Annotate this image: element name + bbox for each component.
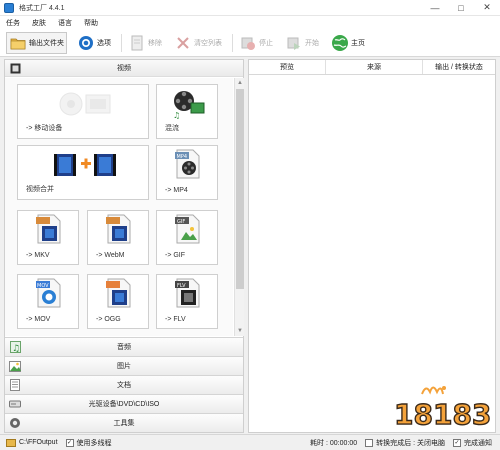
tile-scrollbar[interactable]: ▲ ▼: [234, 78, 244, 336]
video-category-header[interactable]: 视频: [5, 60, 243, 77]
svg-text:MP4: MP4: [177, 154, 188, 160]
close-button[interactable]: ✕: [474, 0, 500, 16]
minimize-button[interactable]: —: [422, 0, 448, 16]
tile-webm[interactable]: -> WebM: [87, 210, 149, 265]
mkv-file-icon: [36, 214, 61, 244]
watermark-logo: 18183: [393, 386, 492, 430]
svg-text:FLV: FLV: [177, 283, 186, 289]
video-merge-icon: [54, 154, 116, 176]
video-tile-grid: -> 移动设备 ♫ 混流 视频合并 MP4 -> MP4 -> MKV -> W…: [5, 78, 233, 336]
scroll-up-icon[interactable]: ▲: [235, 78, 245, 88]
clear-list-button[interactable]: 清空列表: [172, 32, 224, 54]
category-tools[interactable]: 工具集: [5, 413, 243, 432]
svg-text:♫: ♫: [173, 111, 180, 119]
document-icon: [9, 379, 21, 391]
folder-icon: [9, 34, 27, 52]
checkbox-checked-icon: ✓: [65, 438, 74, 447]
column-output-status[interactable]: 输出 / 转换状态: [423, 60, 495, 74]
scroll-down-icon[interactable]: ▼: [235, 326, 245, 336]
svg-text:♫: ♫: [12, 344, 20, 353]
tile-ogg[interactable]: -> OGG: [87, 274, 149, 329]
scroll-thumb[interactable]: [236, 89, 244, 289]
tile-mov[interactable]: MOV -> MOV: [17, 274, 79, 329]
tile-video-merge[interactable]: 视频合并: [17, 145, 149, 200]
stop-icon: [239, 34, 257, 52]
task-list-pane[interactable]: 预览 来源 输出 / 转换状态: [248, 59, 496, 433]
folder-icon: [6, 438, 16, 447]
notify-checkbox[interactable]: ✓ 完成通知: [453, 438, 492, 448]
app-icon: [4, 2, 14, 13]
category-disc[interactable]: 光驱设备\DVD\CD\ISO: [5, 394, 243, 413]
column-preview[interactable]: 预览: [249, 60, 326, 74]
disc-drive-icon: [9, 398, 21, 410]
stop-button[interactable]: 停止: [237, 32, 275, 54]
music-note-icon: ♫: [9, 341, 21, 353]
remove-button[interactable]: 移除: [126, 32, 164, 54]
menu-language[interactable]: 语言: [58, 18, 72, 28]
menu-task[interactable]: 任务: [6, 18, 20, 28]
globe-icon: [331, 34, 349, 52]
category-document[interactable]: 文档: [5, 375, 243, 394]
film-icon: [9, 62, 21, 74]
remove-icon: [128, 34, 146, 52]
home-button[interactable]: 主页: [329, 32, 367, 54]
menu-skin[interactable]: 皮肤: [32, 18, 46, 28]
multithread-checkbox[interactable]: ✓ 使用多线程: [65, 438, 112, 448]
play-icon: [285, 34, 303, 52]
mux-icon: ♫: [173, 91, 205, 119]
tile-mp4[interactable]: MP4 -> MP4: [156, 145, 218, 200]
start-button[interactable]: 开始: [283, 32, 321, 54]
toolbar: 输出文件夹 选项 移除 清空列表 停止 开始 主页: [0, 30, 500, 57]
mp4-file-icon: MP4: [175, 149, 200, 179]
mobile-device-icon: [59, 92, 111, 116]
task-list-header: 预览 来源 输出 / 转换状态: [249, 60, 495, 75]
elapsed-time: 耗时 : 00:00:00: [310, 439, 358, 447]
ogg-file-icon: [106, 278, 131, 308]
tile-mux[interactable]: ♫ 混流: [156, 84, 218, 139]
svg-text:GIF: GIF: [177, 219, 185, 225]
menu-help[interactable]: 帮助: [84, 18, 98, 28]
status-bar: C:\FFOutput ✓ 使用多线程 耗时 : 00:00:00 转换完成后 …: [0, 434, 500, 450]
tile-flv[interactable]: FLV -> FLV: [156, 274, 218, 329]
clear-icon: [174, 34, 192, 52]
output-folder-button[interactable]: 输出文件夹: [6, 32, 67, 54]
mov-file-icon: MOV: [36, 278, 61, 308]
webm-file-icon: [106, 214, 131, 244]
category-pane: 视频 -> 移动设备 ♫ 混流 视频合并 MP4 -> MP4 -> MKV -…: [4, 59, 244, 433]
output-path[interactable]: C:\FFOutput: [6, 438, 58, 447]
after-done-checkbox[interactable]: 转换完成后 : 关闭电脑: [365, 438, 445, 448]
window-title: 格式工厂 4.4.1: [19, 4, 65, 12]
tile-gif[interactable]: GIF -> GIF: [156, 210, 218, 265]
column-source[interactable]: 来源: [326, 60, 423, 74]
tools-icon: [9, 417, 21, 429]
checkbox-checked-icon: ✓: [453, 438, 461, 447]
checkbox-unchecked-icon: [365, 438, 374, 447]
svg-text:MOV: MOV: [37, 283, 49, 289]
tile-mkv[interactable]: -> MKV: [17, 210, 79, 265]
menu-bar: 任务 皮肤 语言 帮助: [0, 16, 500, 30]
flv-file-icon: FLV: [175, 278, 200, 308]
maximize-button[interactable]: □: [448, 0, 474, 16]
picture-icon: [9, 360, 21, 372]
category-audio[interactable]: ♫ 音频: [5, 337, 243, 356]
gif-file-icon: GIF: [175, 214, 200, 244]
watermark-text: 18183: [394, 398, 491, 430]
options-button[interactable]: 选项: [75, 32, 113, 54]
gear-icon: [77, 34, 95, 52]
title-bar: 格式工厂 4.4.1 — □ ✕: [0, 0, 500, 16]
category-image[interactable]: 图片: [5, 356, 243, 375]
tile-mobile-device[interactable]: -> 移动设备: [17, 84, 149, 139]
